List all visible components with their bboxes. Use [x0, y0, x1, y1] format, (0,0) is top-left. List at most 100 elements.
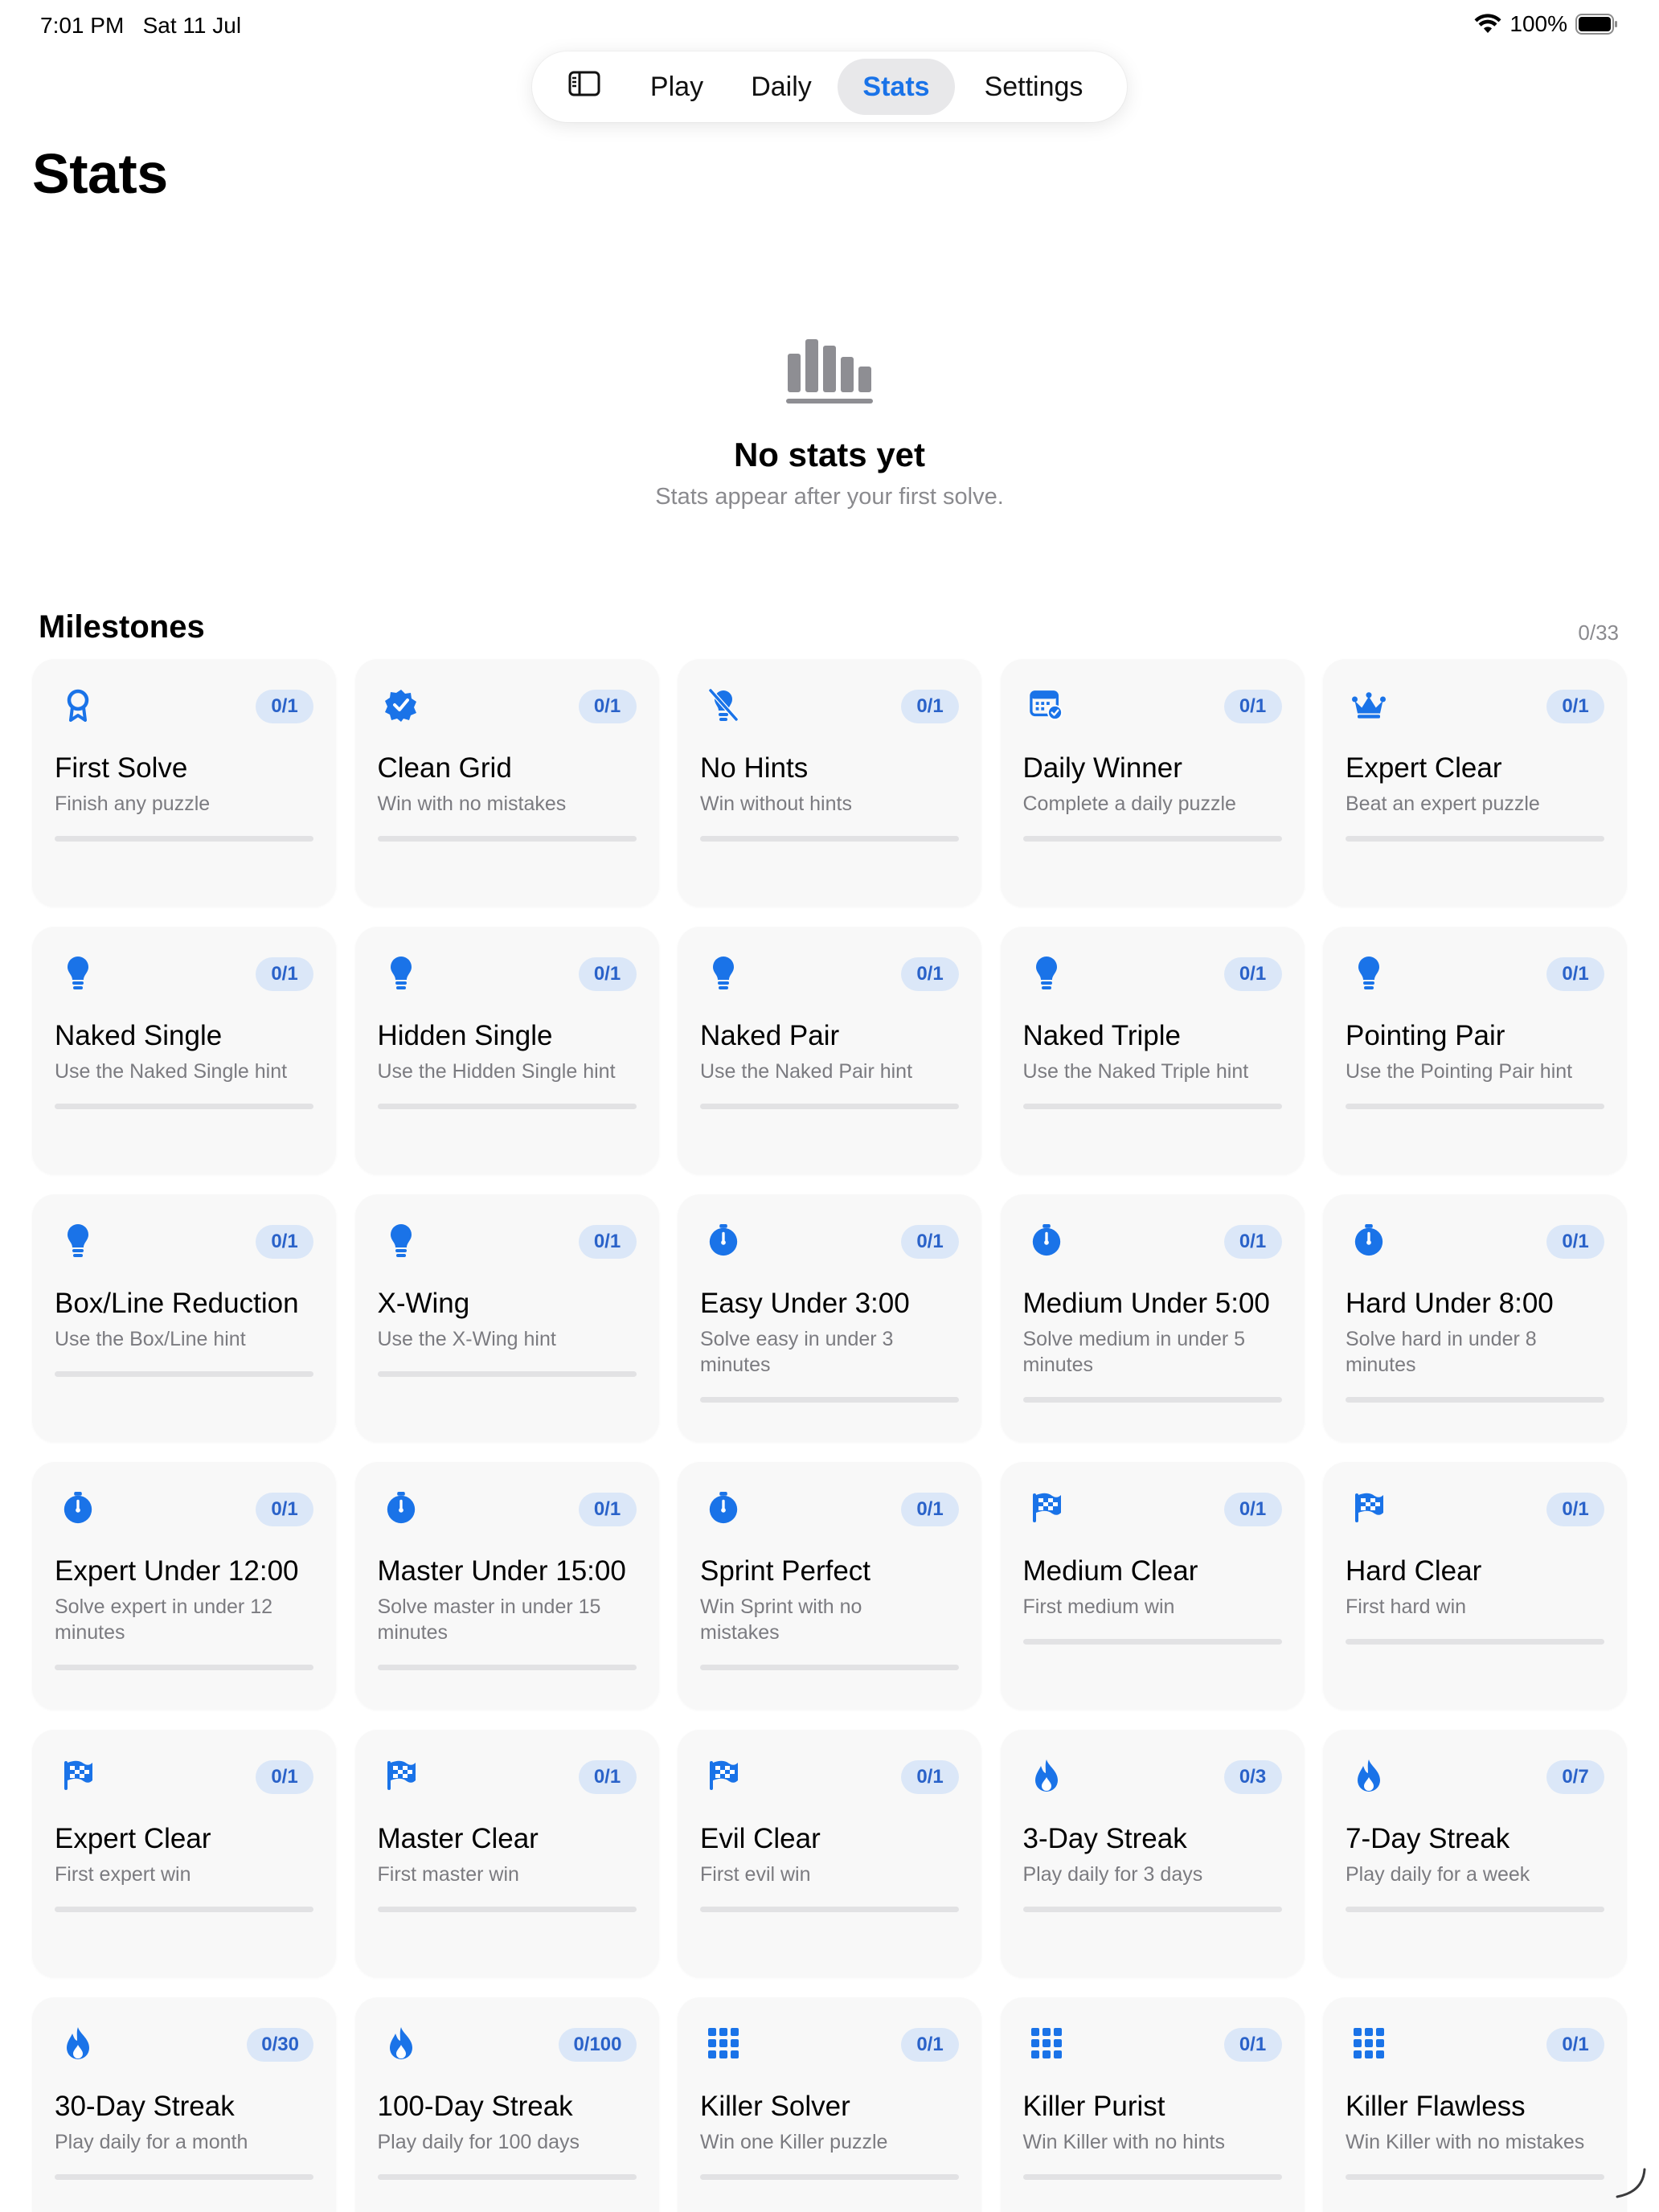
- milestone-description: Play daily for a month: [55, 2131, 248, 2153]
- milestone-card[interactable]: 0/1 X-Wing Use the X-Wing hint: [354, 1194, 659, 1442]
- flame-icon: [1030, 1759, 1063, 1792]
- milestone-card[interactable]: 0/1 Expert Under 12:00 Solve expert in und…: [32, 1462, 336, 1710]
- milestone-card[interactable]: 0/1 Clean Grid Win with no mistakes: [354, 659, 659, 907]
- milestone-card[interactable]: 0/1 Pointing Pair Use the Pointing Pair hi…: [1323, 927, 1627, 1174]
- milestone-card[interactable]: 0/1 Expert Clear Beat an expert puzzle: [1323, 659, 1627, 907]
- progress-bar: [1022, 836, 1282, 842]
- progress-bar: [55, 2174, 313, 2180]
- progress-badge: 0/1: [1223, 690, 1282, 723]
- progress-badge: 0/1: [1546, 1225, 1604, 1259]
- milestone-card[interactable]: 0/1 Hard Under 8:00 Solve hard in under 8 …: [1323, 1194, 1627, 1442]
- checkered-flag-icon: [707, 1759, 740, 1792]
- progress-badge: 0/1: [578, 957, 637, 991]
- stopwatch-icon: [707, 1223, 740, 1257]
- milestone-title: Medium Under 5:00: [1022, 1288, 1270, 1319]
- milestone-card[interactable]: 0/1 Killer Solver Win one Killer puzzle: [678, 1997, 981, 2212]
- milestone-card[interactable]: 0/1 Naked Pair Use the Naked Pair hint: [678, 927, 981, 1174]
- milestone-card[interactable]: 0/1 Daily Winner Complete a daily puzzle: [1000, 659, 1305, 907]
- milestone-description: Use the Pointing Pair hint: [1346, 1060, 1573, 1083]
- tab-daily[interactable]: Daily: [725, 59, 838, 115]
- milestone-description: Solve expert in under 12 minutes: [55, 1596, 273, 1644]
- milestone-description: Use the X-Wing hint: [377, 1328, 556, 1350]
- progress-badge: 0/1: [1223, 957, 1282, 991]
- milestone-card[interactable]: 0/1 Medium Clear First medium win: [1000, 1462, 1305, 1710]
- progress-badge: 0/1: [578, 1225, 637, 1259]
- milestone-description: Finish any puzzle: [55, 793, 211, 815]
- progress-bar: [700, 2174, 959, 2180]
- progress-badge: 0/1: [901, 1225, 959, 1259]
- milestone-card[interactable]: 0/1 Medium Under 5:00 Solve medium in unde…: [1000, 1194, 1305, 1442]
- milestone-title: Medium Clear: [1022, 1555, 1198, 1587]
- milestone-card[interactable]: 0/1 Killer Flawless Win Killer with no mis…: [1323, 1997, 1627, 2212]
- tab-settings[interactable]: Settings: [955, 59, 1112, 115]
- milestone-title: Daily Winner: [1022, 752, 1182, 784]
- progress-bar: [1022, 1639, 1282, 1645]
- milestone-card[interactable]: 0/1 First Solve Finish any puzzle: [32, 659, 336, 907]
- milestone-description: Use the Naked Pair hint: [700, 1060, 913, 1083]
- milestone-card[interactable]: 0/1 Killer Purist Win Killer with no hints: [1000, 1997, 1305, 2212]
- milestone-description: Win Sprint with no mistakes: [700, 1596, 862, 1644]
- progress-badge: 0/1: [1223, 1493, 1282, 1526]
- milestone-card[interactable]: 0/1 Naked Single Use the Naked Single hint: [32, 927, 336, 1174]
- milestone-title: Evil Clear: [700, 1823, 821, 1854]
- progress-badge: 0/100: [559, 2028, 637, 2062]
- milestone-description: Win Killer with no mistakes: [1346, 2131, 1585, 2153]
- tab-play[interactable]: Play: [629, 59, 725, 115]
- milestone-card[interactable]: 0/3 3-Day Streak Play daily for 3 days: [1000, 1730, 1305, 1977]
- milestone-card[interactable]: 0/1 Hidden Single Use the Hidden Single hi…: [354, 927, 659, 1174]
- tab-stats[interactable]: Stats: [838, 59, 955, 115]
- milestone-card[interactable]: 0/1 Box/Line Reduction Use the Box/Line hi…: [32, 1194, 336, 1442]
- milestone-description: Use the Naked Triple hint: [1022, 1060, 1249, 1083]
- milestone-card[interactable]: 0/1 Hard Clear First hard win: [1323, 1462, 1627, 1710]
- milestone-title: Naked Triple: [1022, 1020, 1181, 1051]
- milestone-card[interactable]: 0/1 Easy Under 3:00 Solve easy in under 3 …: [678, 1194, 981, 1442]
- progress-badge: 0/1: [901, 957, 959, 991]
- milestone-title: 30-Day Streak: [55, 2091, 235, 2122]
- stopwatch-icon: [61, 1491, 95, 1525]
- lightbulb-icon: [384, 956, 418, 989]
- milestone-title: Expert Clear: [55, 1823, 211, 1854]
- milestone-card[interactable]: 0/1 Master Clear First master win: [354, 1730, 659, 1977]
- progress-bar: [700, 1397, 959, 1403]
- lightbulb-icon: [61, 956, 95, 989]
- sidebar-toggle-button[interactable]: [540, 59, 629, 115]
- milestone-card[interactable]: 0/1 No Hints Win without hints: [678, 659, 981, 907]
- progress-badge: 0/1: [578, 690, 637, 723]
- milestone-description: Use the Hidden Single hint: [377, 1060, 616, 1083]
- progress-badge: 0/1: [1546, 690, 1604, 723]
- progress-bar: [377, 2174, 637, 2180]
- progress-badge: 0/1: [256, 690, 313, 723]
- stopwatch-icon: [707, 1491, 740, 1525]
- milestone-card[interactable]: 0/1 Master Under 15:00 Solve master in und…: [354, 1462, 659, 1710]
- milestone-description: Solve easy in under 3 minutes: [700, 1328, 894, 1376]
- milestone-description: Solve medium in under 5 minutes: [1022, 1328, 1246, 1376]
- milestone-description: Win with no mistakes: [377, 793, 567, 815]
- milestone-title: Killer Purist: [1022, 2091, 1165, 2122]
- empty-state: No stats yet Stats appear after your fir…: [0, 330, 1659, 510]
- progress-bar: [1022, 2174, 1282, 2180]
- progress-bar: [1346, 1104, 1604, 1109]
- milestone-card[interactable]: 0/30 30-Day Streak Play daily for a month: [32, 1997, 336, 2212]
- battery-icon: [1575, 14, 1619, 35]
- milestone-card[interactable]: 0/1 Expert Clear First expert win: [32, 1730, 336, 1977]
- milestone-description: Solve master in under 15 minutes: [377, 1596, 601, 1644]
- milestone-card[interactable]: 0/1 Naked Triple Use the Naked Triple hint: [1000, 927, 1305, 1174]
- checkered-flag-icon: [1352, 1491, 1386, 1525]
- wifi-icon: [1474, 14, 1501, 35]
- milestone-title: Hidden Single: [377, 1020, 553, 1051]
- milestone-description: First medium win: [1022, 1596, 1175, 1618]
- milestone-title: Box/Line Reduction: [55, 1288, 299, 1319]
- check-seal-icon: [384, 688, 418, 722]
- milestone-card[interactable]: 0/1 Evil Clear First evil win: [678, 1730, 981, 1977]
- milestone-description: Win Killer with no hints: [1022, 2131, 1225, 2153]
- milestone-card[interactable]: 0/100 100-Day Streak Play daily for 100 da…: [354, 1997, 659, 2212]
- milestone-card[interactable]: 0/1 Sprint Perfect Win Sprint with no mist…: [678, 1462, 981, 1710]
- progress-bar: [1022, 1907, 1282, 1912]
- progress-badge: 0/1: [1546, 957, 1604, 991]
- milestone-title: Killer Solver: [700, 2091, 850, 2122]
- milestone-description: First evil win: [700, 1863, 811, 1886]
- stopwatch-icon: [384, 1491, 418, 1525]
- progress-bar: [377, 836, 637, 842]
- milestone-title: First Solve: [55, 752, 188, 784]
- milestone-card[interactable]: 0/7 7-Day Streak Play daily for a week: [1323, 1730, 1627, 1977]
